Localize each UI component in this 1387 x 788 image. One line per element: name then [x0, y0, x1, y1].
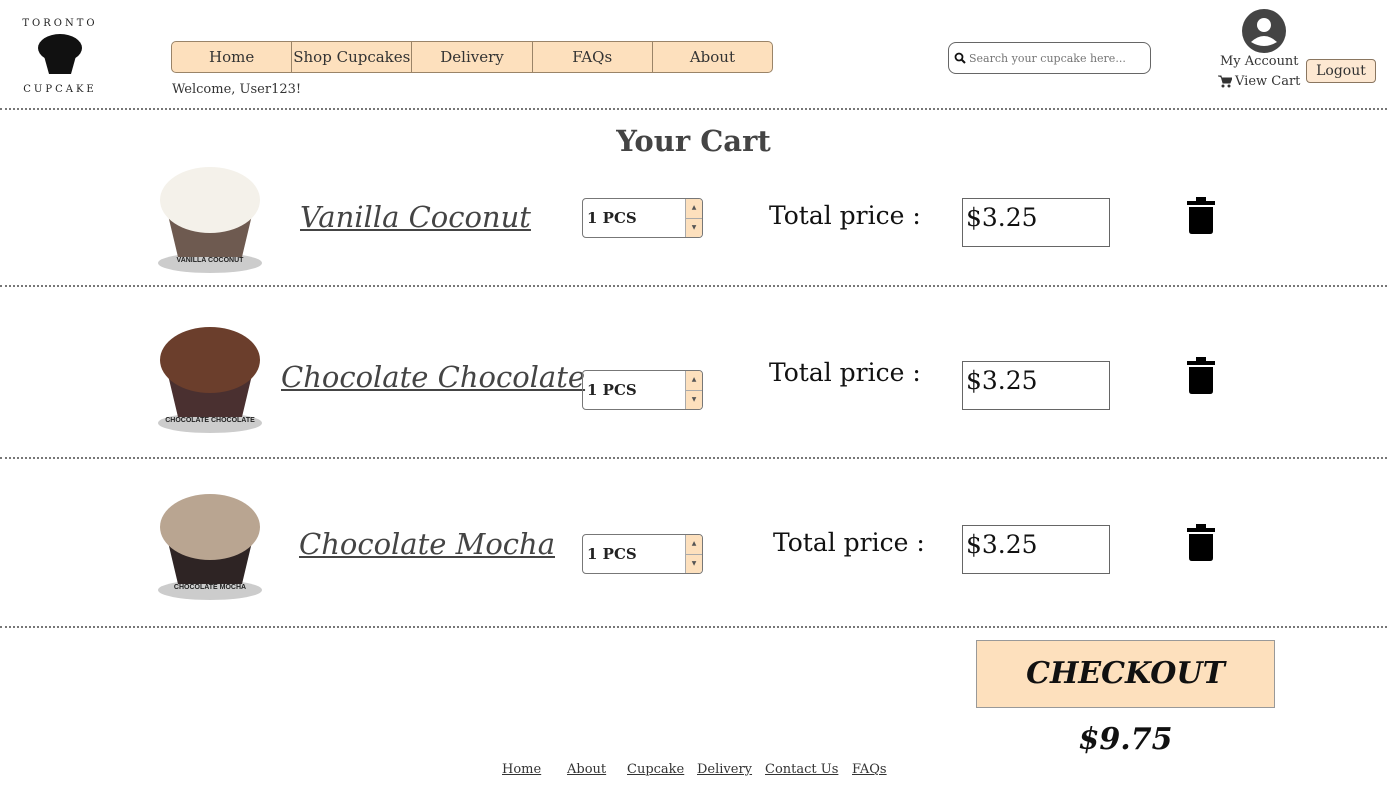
footer-faqs[interactable]: FAQs — [852, 762, 887, 777]
nav-shop-cupcakes[interactable]: Shop Cupcakes — [292, 42, 413, 72]
main-nav: Home Shop Cupcakes Delivery FAQs About — [171, 41, 773, 73]
total-price-label: Total price : — [773, 528, 925, 557]
account-avatar-icon[interactable] — [1241, 8, 1287, 54]
decrement-button[interactable]: ▼ — [686, 391, 702, 410]
item-price-field: $3.25 — [962, 525, 1110, 574]
quantity-stepper[interactable]: 1 PCS ▲ ▼ — [582, 534, 703, 574]
quantity-value: 1 PCS — [587, 381, 637, 399]
trash-icon[interactable] — [1186, 524, 1216, 562]
quantity-value: 1 PCS — [587, 545, 637, 563]
logout-button[interactable]: Logout — [1306, 59, 1376, 83]
total-price-label: Total price : — [769, 358, 921, 387]
total-price-label: Total price : — [769, 201, 921, 230]
footer-cupcake[interactable]: Cupcake — [627, 762, 684, 777]
trash-icon[interactable] — [1186, 357, 1216, 395]
trash-icon[interactable] — [1186, 197, 1216, 235]
quantity-stepper[interactable]: 1 PCS ▲ ▼ — [582, 198, 703, 238]
decrement-button[interactable]: ▼ — [686, 555, 702, 574]
logo[interactable]: TORONTO CUPCAKE — [20, 12, 100, 96]
svg-text:TORONTO: TORONTO — [22, 18, 97, 29]
search-icon — [954, 52, 966, 64]
item-name-link[interactable]: Vanilla Coconut — [300, 200, 531, 234]
decrement-button[interactable]: ▼ — [686, 219, 702, 238]
cupcake-image: VANILLA COCONUT — [150, 145, 270, 280]
row-divider — [0, 285, 1387, 287]
welcome-text: Welcome, User123! — [172, 82, 302, 97]
footer-contact-us[interactable]: Contact Us — [765, 762, 838, 777]
search-box[interactable] — [948, 42, 1151, 74]
row-divider — [0, 626, 1387, 628]
item-name-link[interactable]: Chocolate Mocha — [299, 527, 555, 561]
nav-about[interactable]: About — [653, 42, 772, 72]
footer-about[interactable]: About — [567, 762, 606, 777]
row-divider — [0, 457, 1387, 459]
quantity-stepper[interactable]: 1 PCS ▲ ▼ — [582, 370, 703, 410]
nav-delivery[interactable]: Delivery — [412, 42, 533, 72]
increment-button[interactable]: ▲ — [686, 535, 702, 555]
cupcake-image: CHOCOLATE MOCHA — [150, 472, 270, 607]
footer-delivery[interactable]: Delivery — [697, 762, 752, 777]
item-price-field: $3.25 — [962, 198, 1110, 247]
my-account-link[interactable]: My Account — [1220, 54, 1299, 69]
item-price-field: $3.25 — [962, 361, 1110, 410]
checkout-button[interactable]: CHECKOUT $9.75 — [976, 640, 1275, 757]
quantity-value: 1 PCS — [587, 209, 637, 227]
image-label: CHOCOLATE CHOCOLATE — [165, 417, 255, 424]
image-label: VANILLA COCONUT — [176, 257, 244, 264]
footer-home[interactable]: Home — [502, 762, 541, 777]
search-input[interactable] — [969, 51, 1139, 65]
image-label: CHOCOLATE MOCHA — [173, 584, 247, 591]
svg-text:CUPCAKE: CUPCAKE — [23, 84, 96, 95]
cupcake-image: CHOCOLATE CHOCOLATE — [150, 305, 270, 440]
view-cart-link[interactable]: View Cart — [1218, 74, 1300, 89]
increment-button[interactable]: ▲ — [686, 199, 702, 219]
view-cart-label: View Cart — [1235, 74, 1301, 89]
divider — [0, 108, 1387, 110]
cart-icon — [1218, 75, 1232, 88]
item-name-link[interactable]: Chocolate Chocolate — [281, 360, 585, 394]
nav-faqs[interactable]: FAQs — [533, 42, 653, 72]
nav-home[interactable]: Home — [172, 42, 293, 72]
increment-button[interactable]: ▲ — [686, 371, 702, 391]
